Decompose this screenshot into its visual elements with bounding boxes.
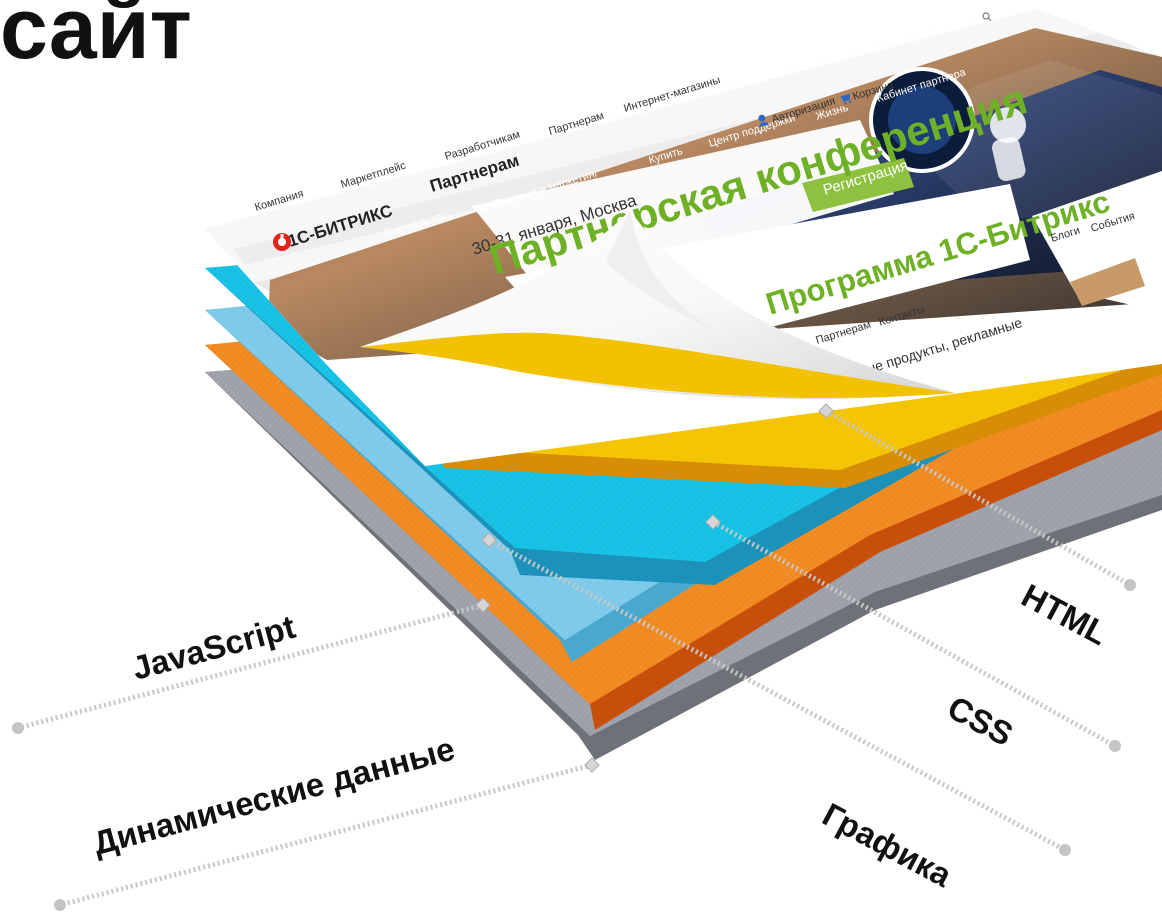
logo-icon	[273, 233, 291, 251]
label-css: CSS	[942, 689, 1019, 754]
label-html: HTML	[1016, 577, 1114, 653]
label-graphics: Графика	[817, 796, 959, 895]
label-dynamic-data: Динамические данные	[89, 730, 458, 862]
page-title: сайт	[0, 0, 192, 77]
website-layers-diagram: сайт 1С-БИТРИКС Компания Маркетплейс Раз…	[0, 0, 1162, 911]
label-javascript: JavaScript	[128, 608, 299, 687]
